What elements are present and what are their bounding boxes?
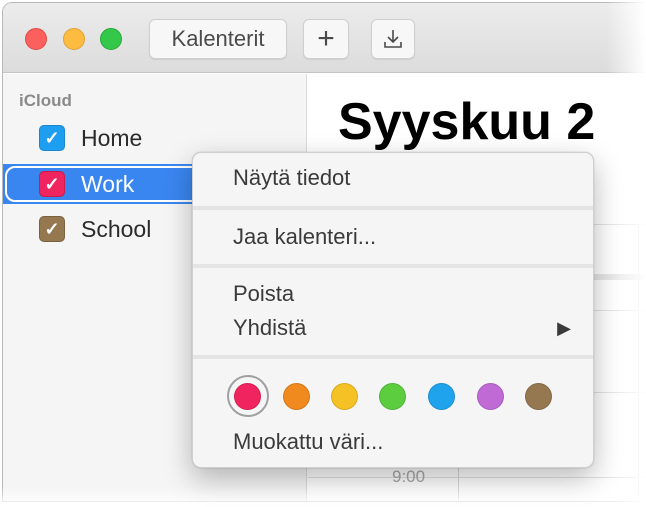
menu-item-merge[interactable]: Yhdistä ▶ bbox=[193, 311, 593, 345]
month-title: Syyskuu 2 bbox=[338, 93, 596, 151]
color-swatch-red[interactable] bbox=[234, 383, 261, 410]
add-event-button[interactable]: + bbox=[303, 19, 349, 59]
grid-line bbox=[308, 477, 646, 478]
calendars-button[interactable]: Kalenterit bbox=[149, 19, 287, 59]
menu-separator bbox=[193, 206, 593, 210]
calendars-button-label: Kalenterit bbox=[171, 26, 265, 51]
color-swatch-purple[interactable] bbox=[477, 383, 504, 410]
menu-separator bbox=[193, 264, 593, 268]
sidebar-item-label: School bbox=[81, 215, 152, 242]
menu-item-label: Yhdistä bbox=[233, 315, 307, 340]
download-icon bbox=[384, 30, 402, 48]
color-swatch-yellow[interactable] bbox=[331, 383, 358, 410]
minimize-window-button[interactable] bbox=[63, 28, 85, 50]
calendar-context-menu: Näytä tiedot Jaa kalenteri... Poista Yhd… bbox=[192, 152, 594, 468]
calendar-checkbox-work[interactable]: ✓ bbox=[39, 171, 65, 197]
color-swatch-brown[interactable] bbox=[525, 383, 552, 410]
zoom-window-button[interactable] bbox=[100, 28, 122, 50]
color-swatch-blue[interactable] bbox=[428, 383, 455, 410]
menu-item-share-calendar[interactable]: Jaa kalenteri... bbox=[193, 220, 593, 254]
checkmark-icon: ✓ bbox=[44, 127, 60, 148]
calendar-checkbox-school[interactable]: ✓ bbox=[39, 216, 65, 242]
checkmark-icon: ✓ bbox=[44, 218, 60, 239]
time-label: 9:00 bbox=[392, 467, 426, 486]
menu-item-label: Näytä tiedot bbox=[233, 165, 351, 190]
export-button[interactable] bbox=[371, 19, 415, 59]
color-swatch-orange[interactable] bbox=[283, 383, 310, 410]
menu-item-label: Jaa kalenteri... bbox=[233, 224, 377, 249]
menu-item-label: Poista bbox=[233, 281, 295, 306]
menu-item-custom-color[interactable]: Muokattu väri... bbox=[193, 425, 593, 459]
menu-item-delete[interactable]: Poista bbox=[193, 277, 593, 311]
color-swatch-green[interactable] bbox=[379, 383, 406, 410]
menu-separator bbox=[193, 355, 593, 359]
checkmark-icon: ✓ bbox=[44, 173, 60, 194]
sidebar-group-icloud: iCloud bbox=[19, 91, 72, 110]
sidebar-item-label: Work bbox=[81, 170, 135, 197]
menu-item-label: Muokattu väri... bbox=[233, 429, 384, 454]
plus-icon: + bbox=[317, 22, 335, 55]
submenu-arrow-icon: ▶ bbox=[557, 317, 571, 338]
grid-vertical-line bbox=[638, 224, 639, 501]
sidebar-item-label: Home bbox=[81, 124, 143, 151]
calendar-checkbox-home[interactable]: ✓ bbox=[39, 125, 65, 151]
menu-item-show-info[interactable]: Näytä tiedot bbox=[193, 161, 593, 195]
toolbar: Kalenterit + bbox=[3, 3, 646, 73]
close-window-button[interactable] bbox=[25, 28, 47, 50]
